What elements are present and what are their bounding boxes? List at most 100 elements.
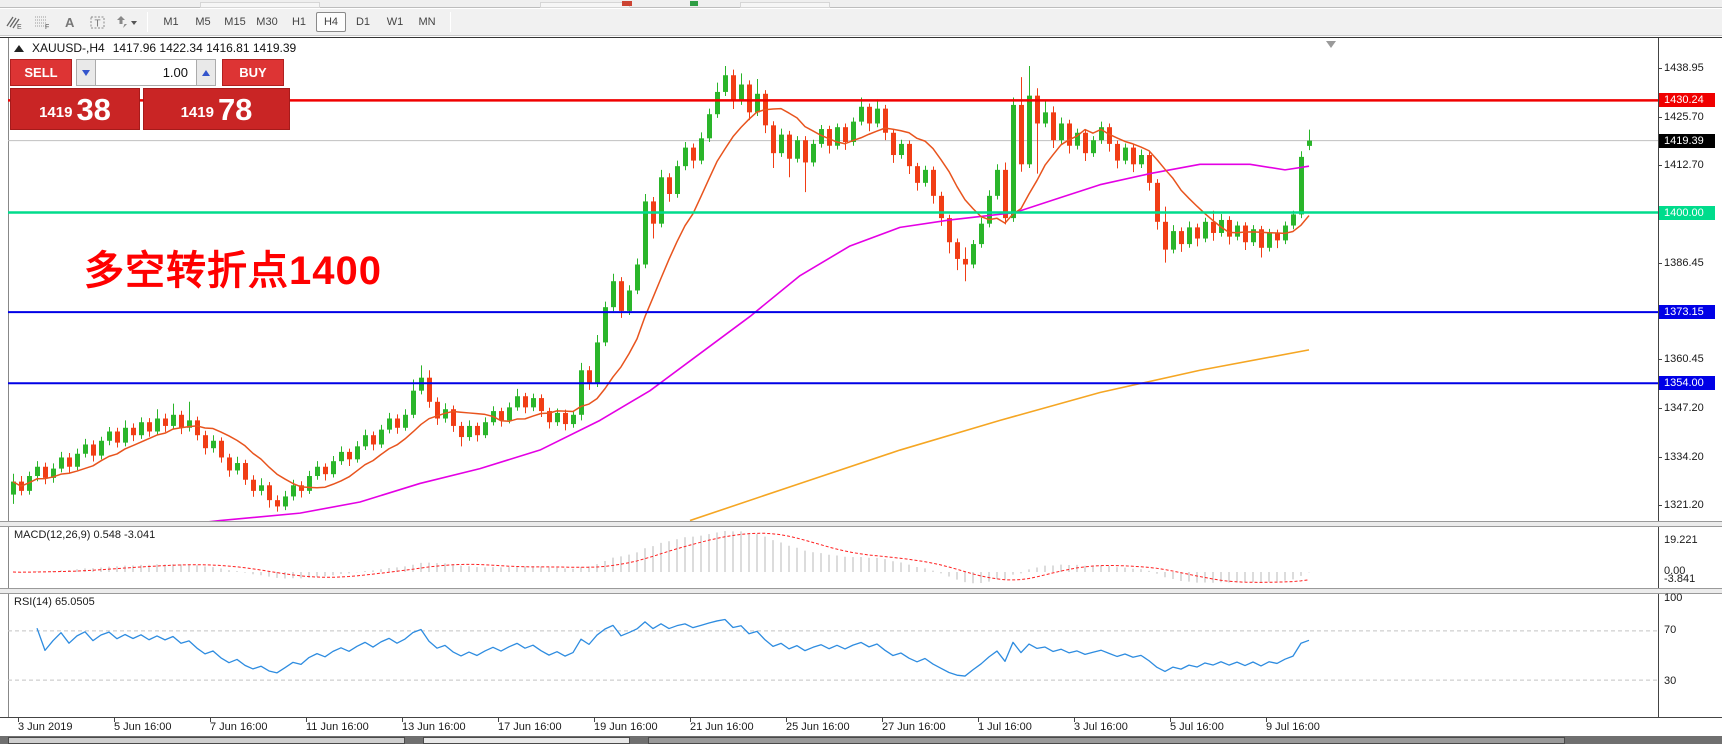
chart-shift-marker-icon[interactable]	[1326, 41, 1336, 48]
sell-price-pips: 38	[76, 93, 110, 126]
time-tick-mark	[1266, 718, 1267, 722]
time-tick-mark	[402, 718, 403, 722]
timeframe-button-mn[interactable]: MN	[412, 12, 442, 32]
time-tick-label: 13 Jun 16:00	[402, 721, 466, 733]
volume-input[interactable]	[96, 59, 196, 86]
time-tick-mark	[690, 718, 691, 722]
time-tick-label: 11 Jun 16:00	[306, 721, 369, 733]
text-label-icon[interactable]: A	[57, 11, 83, 33]
price-tick-label: 1334.20	[1664, 450, 1704, 464]
time-tick-mark	[114, 718, 115, 722]
one-click-trading-panel: SELL BUY 1419 38 1419 78	[10, 59, 290, 130]
mt4-window: E F A T M1M5M15M30H1H4D1W1MN XAUUSD-,H4 …	[0, 0, 1722, 744]
time-tick-label: 21 Jun 16:00	[690, 721, 754, 733]
price-tick-label: 1360.45	[1664, 352, 1704, 366]
time-tick-mark	[594, 718, 595, 722]
price-tick-mark	[1658, 263, 1662, 264]
svg-text:A: A	[65, 15, 75, 30]
rsi-axis-label: 30	[1664, 674, 1676, 688]
price-tick-mark	[1658, 359, 1662, 360]
time-tick-mark	[18, 718, 19, 722]
price-tick-mark	[1658, 457, 1662, 458]
buy-price-display[interactable]: 1419 78	[143, 88, 290, 130]
rsi-label: RSI(14) 65.0505	[14, 596, 95, 608]
clipped-green-icon	[690, 1, 698, 6]
time-tick-label: 3 Jul 16:00	[1074, 721, 1128, 733]
timeframe-button-d1[interactable]: D1	[348, 12, 378, 32]
volume-increase-button[interactable]	[196, 59, 216, 86]
time-tick-label: 27 Jun 16:00	[882, 721, 946, 733]
time-tick-mark	[1074, 718, 1075, 722]
time-tick-mark	[1170, 718, 1171, 722]
price-tick-mark	[1658, 408, 1662, 409]
sell-price-main: 1419	[39, 100, 72, 126]
price-tick-label: 1412.70	[1664, 158, 1704, 172]
price-tick-mark	[1658, 165, 1662, 166]
grid-period-icon[interactable]: F	[29, 11, 55, 33]
time-tick-label: 19 Jun 16:00	[594, 721, 658, 733]
timeframe-button-h1[interactable]: H1	[284, 12, 314, 32]
macd-panel[interactable]	[8, 527, 1658, 588]
collapse-arrow-icon[interactable]	[14, 45, 24, 52]
price-tick-label: 1321.20	[1664, 498, 1704, 512]
timeframe-group: M1M5M15M30H1H4D1W1MN	[155, 12, 443, 32]
price-tick-mark	[1658, 117, 1662, 118]
volume-decrease-button[interactable]	[76, 59, 96, 86]
buy-price-main: 1419	[181, 100, 214, 126]
time-tick-mark	[210, 718, 211, 722]
rsi-panel[interactable]	[8, 594, 1658, 717]
rsi-axis-label: 70	[1664, 623, 1676, 637]
timeframe-button-h4[interactable]: H4	[316, 12, 346, 32]
time-axis-border	[0, 717, 1722, 718]
timeframe-button-m5[interactable]: M5	[188, 12, 218, 32]
macd-label: MACD(12,26,9) 0.548 -3.041	[14, 529, 155, 541]
price-tick-label: 1438.95	[1664, 61, 1704, 75]
chart-annotation-text: 多空转折点1400	[84, 238, 382, 296]
price-tick-label: 1386.45	[1664, 256, 1704, 270]
sell-button[interactable]: SELL	[10, 59, 72, 86]
level-price-label: 1354.00	[1659, 376, 1715, 390]
clipped-widget	[200, 2, 320, 8]
cursor-mode-icon[interactable]	[113, 11, 139, 33]
price-tick-mark	[1658, 68, 1662, 69]
time-tick-mark	[306, 718, 307, 722]
price-tick-label: 1425.70	[1664, 110, 1704, 124]
time-tick-mark	[978, 718, 979, 722]
buy-price-pips: 78	[218, 93, 252, 126]
clipped-upper-toolbar	[0, 0, 1722, 8]
rsi-axis-label: 100	[1664, 591, 1682, 605]
time-tick-label: 17 Jun 16:00	[498, 721, 562, 733]
text-box-icon[interactable]: T	[85, 11, 111, 33]
time-tick-label: 5 Jun 16:00	[114, 721, 172, 733]
timeframe-button-w1[interactable]: W1	[380, 12, 410, 32]
time-tick-label: 3 Jun 2019	[18, 721, 72, 733]
level-price-label: 1430.24	[1659, 93, 1715, 107]
time-tick-mark	[882, 718, 883, 722]
svg-text:T: T	[95, 19, 101, 30]
time-tick-label: 25 Jun 16:00	[786, 721, 850, 733]
timeframe-button-m15[interactable]: M15	[220, 12, 250, 32]
chevron-down-icon	[82, 70, 90, 76]
clipped-tab	[648, 737, 1565, 744]
clipped-tab	[8, 737, 405, 744]
svg-text:E: E	[17, 24, 22, 30]
time-tick-label: 5 Jul 16:00	[1170, 721, 1224, 733]
sell-price-display[interactable]: 1419 38	[10, 88, 140, 130]
timeframe-button-m1[interactable]: M1	[156, 12, 186, 32]
macd-axis-label: 19.221	[1664, 533, 1698, 547]
symbol-label: XAUUSD-,H4	[32, 41, 105, 55]
clipped-widget	[540, 2, 630, 8]
price-tick-label: 1347.20	[1664, 401, 1704, 415]
level-price-label: 1400.00	[1659, 206, 1715, 220]
indicators-icon[interactable]: E	[1, 11, 27, 33]
toolbar-separator	[147, 12, 148, 32]
clipped-widget	[740, 2, 830, 8]
time-tick-mark	[786, 718, 787, 722]
buy-button[interactable]: BUY	[222, 59, 284, 86]
svg-text:F: F	[45, 24, 49, 30]
time-tick-label: 9 Jul 16:00	[1266, 721, 1320, 733]
time-tick-mark	[498, 718, 499, 722]
timeframe-button-m30[interactable]: M30	[252, 12, 282, 32]
chevron-up-icon	[202, 70, 210, 76]
chart-toolbar: E F A T M1M5M15M30H1H4D1W1MN	[0, 9, 1722, 36]
